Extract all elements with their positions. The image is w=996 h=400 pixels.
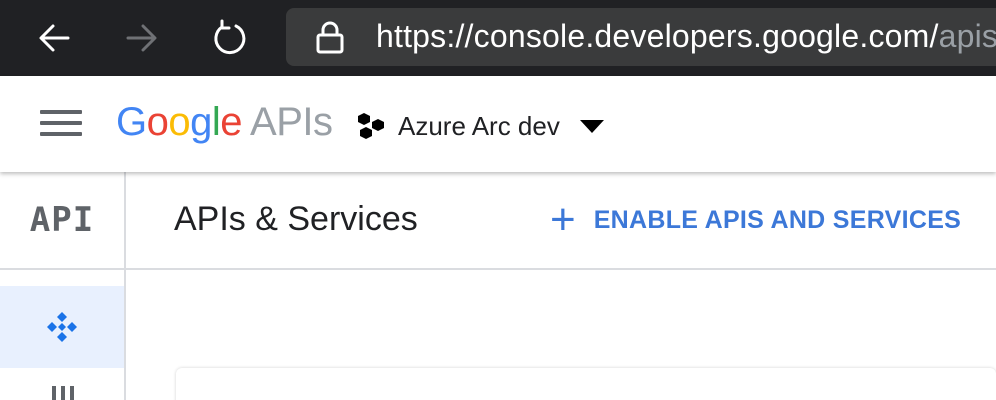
library-icon (52, 386, 74, 400)
project-selector[interactable]: Azure Arc dev (356, 106, 604, 146)
project-hexagons-icon (358, 113, 384, 139)
back-button[interactable] (24, 8, 84, 68)
page-title: APIs & Services (174, 200, 418, 238)
left-rail: API (0, 172, 126, 400)
forward-button[interactable] (112, 8, 172, 68)
app-header: Google APIs Azure Arc dev (0, 76, 996, 172)
enable-apis-button[interactable]: + ENABLE APIS AND SERVICES (550, 195, 962, 244)
rail-item-dashboard[interactable] (0, 286, 124, 368)
enable-apis-label: ENABLE APIS AND SERVICES (593, 205, 962, 234)
forward-icon (126, 24, 157, 52)
page-title-bar: APIs & Services + ENABLE APIS AND SERVIC… (126, 172, 996, 270)
address-bar[interactable]: https://console.developers.google.com/ap… (286, 8, 996, 66)
caret-down-icon (579, 119, 604, 133)
content-card (176, 368, 996, 400)
url-text: https://console.developers.google.com/ap… (376, 18, 996, 54)
plus-icon: + (550, 195, 576, 244)
project-name: Azure Arc dev (398, 110, 560, 141)
browser-toolbar: https://console.developers.google.com/ap… (0, 0, 996, 76)
reload-icon (214, 19, 246, 55)
back-icon (39, 24, 70, 52)
google-apis-logo[interactable]: Google APIs (116, 98, 333, 146)
reload-button[interactable] (200, 8, 260, 68)
rail-item-library[interactable] (50, 386, 76, 400)
lock-icon (316, 21, 344, 54)
api-rail-label: API (0, 172, 124, 270)
menu-icon[interactable] (40, 110, 82, 140)
dashboard-icon (47, 312, 77, 342)
